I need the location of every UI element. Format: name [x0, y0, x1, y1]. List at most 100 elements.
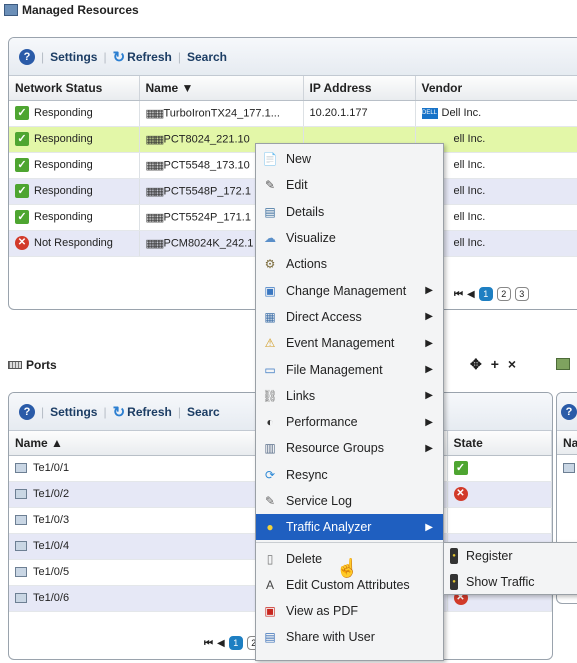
port-icon [15, 593, 27, 604]
refresh-icon[interactable]: ↻ [113, 48, 126, 66]
port-icon [15, 463, 27, 474]
table-row[interactable]: ✓ Responding ▦▦TurboIronTX24_177.1... 10.… [9, 100, 577, 127]
ports-actions: ✥ + × [470, 356, 516, 373]
refresh-button[interactable]: Refresh [127, 405, 172, 419]
refresh-button[interactable]: Refresh [127, 50, 172, 64]
first-page-icon[interactable]: ⏮ [454, 289, 463, 300]
search-button[interactable]: Search [187, 50, 227, 64]
vendor-name: Dell Inc. [441, 107, 482, 119]
file-icon: ▭ [264, 362, 276, 377]
menu-item-view-as-pdf[interactable]: ▣ View as PDF [256, 598, 443, 624]
actions-icon: ⚙ [264, 257, 276, 272]
first-page-icon[interactable]: ⏮ [204, 638, 213, 649]
menu-item-event-management[interactable]: ⚠ Event Management ▶ [256, 330, 443, 356]
menu-separator [256, 542, 443, 544]
menu-item-label: Resync [286, 467, 328, 482]
menu-item-links[interactable]: ⛓ Links ▶ [256, 383, 443, 409]
menu-item-file-management[interactable]: ▭ File Management ▶ [256, 356, 443, 382]
menu-item-share-with-user[interactable]: ▤ Share with User [256, 624, 443, 650]
menu-item-performance[interactable]: ◐ Performance ▶ [256, 409, 443, 435]
dell-logo-icon: DELL [421, 107, 438, 119]
device-icon: ▦▦ [145, 159, 165, 172]
menu-item-label: Edit [286, 178, 308, 193]
managed-resources-title: Managed Resources [4, 3, 139, 17]
port-name: Te1/0/6 [33, 592, 70, 604]
state-error-icon: ✕ [453, 487, 468, 501]
submenu-arrow-icon: ▶ [425, 442, 433, 454]
vendor-name: ell Inc. [453, 133, 486, 145]
direct-access-icon: ▦ [264, 309, 276, 324]
port-name: Te1/0/1 [33, 462, 70, 474]
menu-item-change-management[interactable]: ▣ Change Management ▶ [256, 277, 443, 303]
attributes-icon: A [265, 577, 274, 592]
resync-icon: ⟳ [264, 467, 276, 482]
device-name: TurboIronTX24_177.1... [163, 106, 280, 119]
wrench-icon[interactable]: ✥ [470, 356, 482, 373]
help-icon[interactable]: ? [19, 403, 35, 420]
port-icon [563, 462, 575, 473]
event-icon: ⚠ [264, 336, 276, 351]
responding-icon: ✓ [15, 184, 29, 198]
traffic-light-icon: ● [450, 574, 458, 590]
traffic-icon: ● [266, 520, 274, 535]
menu-item-resource-groups[interactable]: ▥ Resource Groups ▶ [256, 435, 443, 461]
table-row[interactable] [557, 455, 577, 481]
menu-item-details[interactable]: ▤ Details [256, 199, 443, 225]
port-name: Te1/0/2 [33, 488, 70, 500]
col-name[interactable]: Name ▼ [139, 76, 304, 101]
ports-title: Ports [8, 358, 57, 372]
menu-item-resync[interactable]: ⟳ Resync [256, 462, 443, 488]
search-button[interactable]: Searc [187, 405, 220, 419]
refresh-icon[interactable]: ↻ [113, 403, 126, 421]
page-1-button[interactable]: 1 [228, 636, 243, 650]
menu-item-service-log[interactable]: ✎ Service Log [256, 488, 443, 514]
help-icon[interactable]: ? [561, 403, 577, 420]
col-ip-address[interactable]: IP Address [303, 76, 416, 101]
submenu-arrow-icon: ▶ [425, 390, 433, 402]
status-text: Responding [34, 106, 93, 119]
menu-item-new[interactable]: 📄 New [256, 146, 443, 172]
menu-item-label: Traffic Analyzer [286, 520, 372, 535]
menu-item-label: Direct Access [286, 309, 362, 324]
prev-page-icon[interactable]: ◀ [467, 289, 475, 300]
menu-item-direct-access[interactable]: ▦ Direct Access ▶ [256, 304, 443, 330]
menu-item-label: Register [466, 549, 513, 563]
menu-item-register[interactable]: ● Register [444, 543, 577, 569]
menu-item-actions[interactable]: ⚙ Actions [256, 251, 443, 277]
col-vendor[interactable]: Vendor [415, 76, 577, 101]
close-icon[interactable]: × [508, 356, 516, 373]
visualize-icon: ☁ [264, 231, 276, 246]
menu-item-traffic-analyzer[interactable]: ● Traffic Analyzer ▶ [256, 514, 443, 541]
page-3-button[interactable]: 3 [514, 287, 529, 301]
traffic-analyzer-submenu: ● Register ● Show Traffic [443, 542, 577, 595]
status-text: Responding [34, 210, 93, 223]
menu-item-label: Share with User [286, 630, 375, 645]
status-text: Responding [34, 184, 93, 197]
device-icon: ▦▦ [145, 211, 165, 224]
right-col-header[interactable]: Na [557, 431, 577, 455]
menu-item-show-traffic[interactable]: ● Show Traffic [444, 569, 577, 595]
device-name: PCT5548_173.10 [163, 158, 250, 171]
not-responding-icon: ✕ [15, 236, 29, 250]
page-1-button[interactable]: 1 [478, 287, 493, 301]
menu-item-label: Edit Custom Attributes [286, 577, 410, 592]
status-text: Responding [34, 132, 93, 145]
links-icon: ⛓ [262, 388, 278, 403]
prev-page-icon[interactable]: ◀ [217, 638, 225, 649]
pdf-icon: ▣ [264, 604, 276, 619]
col-state[interactable]: State [447, 431, 552, 456]
settings-button[interactable]: Settings [50, 50, 97, 64]
menu-item-label: File Management [286, 362, 383, 377]
menu-item-edit[interactable]: ✎ Edit [256, 172, 443, 198]
vendor-name: ell Inc. [453, 159, 486, 171]
port-icon [15, 567, 27, 578]
device-name: PCT8024_221.10 [163, 132, 250, 145]
settings-button[interactable]: Settings [50, 405, 97, 419]
add-icon[interactable]: + [491, 356, 499, 373]
col-network-status[interactable]: Network Status [9, 76, 140, 101]
help-icon[interactable]: ? [19, 48, 35, 65]
responding-icon: ✓ [15, 106, 29, 120]
page-2-button[interactable]: 2 [496, 287, 511, 301]
menu-item-label: Event Management [286, 336, 395, 351]
menu-item-visualize[interactable]: ☁ Visualize [256, 225, 443, 251]
